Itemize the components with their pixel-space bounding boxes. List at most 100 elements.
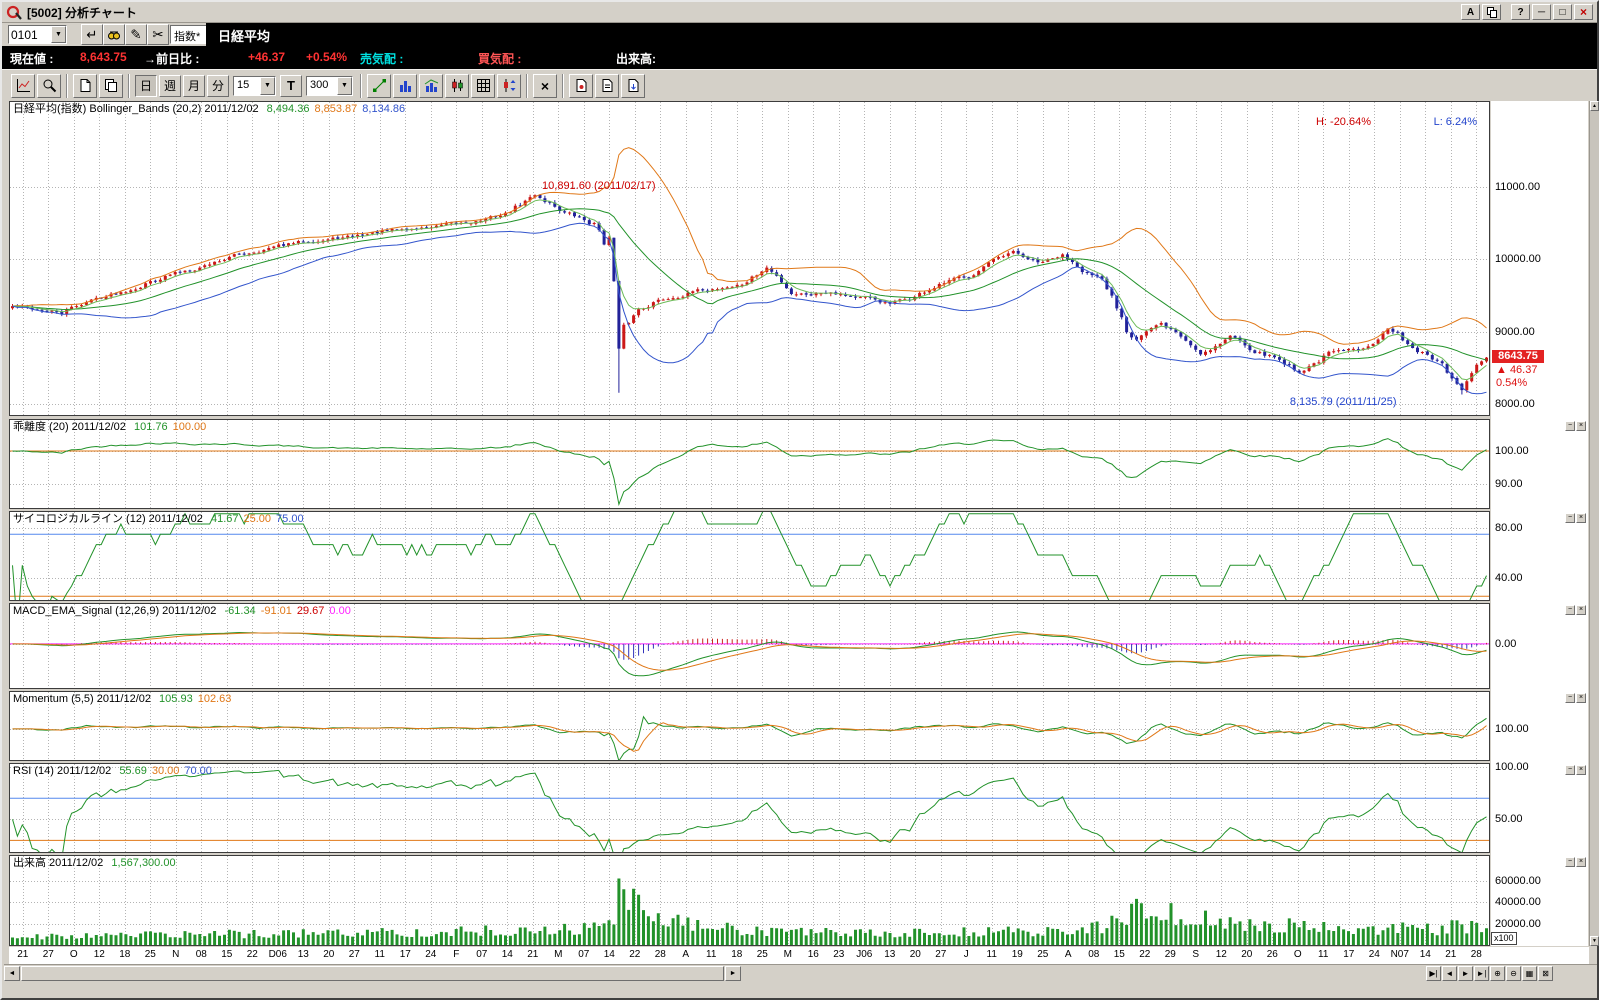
axis-tick-label: 90.00	[1495, 478, 1523, 490]
save-chart-button[interactable]	[621, 74, 645, 98]
psychological-line-panel[interactable]: サイコロジカルライン (12) 2011/12/02 41.6725.0075.…	[9, 511, 1490, 601]
symbol-code-dropdown-icon[interactable]: ▼	[51, 26, 66, 43]
horizontal-scrollbar[interactable]: ◄ ► ▶| ◄ ► ►| ⊕ ⊖ ▦ ⊠	[4, 964, 1597, 981]
bar-line-chart-button[interactable]	[419, 74, 443, 98]
window-title: [5002] 分析チャート	[27, 4, 137, 21]
edit-button[interactable]: ✎	[125, 24, 147, 45]
peak-annotation: 10,891.60 (2011/02/17)	[542, 180, 656, 192]
momentum-panel[interactable]: Momentum (5,5) 2011/12/02 105.93102.63	[9, 691, 1490, 761]
trendline-button[interactable]	[367, 74, 391, 98]
period-month-button[interactable]: 月	[183, 75, 205, 97]
scroll-left-button[interactable]: ◄	[4, 966, 20, 981]
scroll-down-button[interactable]: ▼	[1590, 936, 1599, 946]
candle-style-button[interactable]	[445, 74, 469, 98]
period-minute-button[interactable]: 分	[207, 75, 229, 97]
zoom-in-button[interactable]: ⊕	[1490, 966, 1505, 981]
close-button[interactable]: ×	[1574, 4, 1593, 20]
tick-button[interactable]: T	[280, 75, 302, 97]
compare-chart-button[interactable]	[497, 74, 521, 98]
index-type-value[interactable]: 指数*	[171, 26, 207, 43]
ask-label: 売気配 :	[360, 50, 403, 67]
maximize-button[interactable]: □	[1553, 4, 1572, 20]
vertical-scrollbar[interactable]: ▲ ▼	[1589, 101, 1599, 946]
minimize-button[interactable]: ─	[1532, 4, 1551, 20]
close-view-button[interactable]: ⊠	[1538, 966, 1553, 981]
search-button[interactable]	[103, 24, 125, 45]
app-icon	[6, 5, 22, 20]
copy-window-button[interactable]	[1482, 4, 1501, 20]
symbol-name: 日経平均	[218, 26, 270, 45]
panel-minimize-button[interactable]: −	[1565, 765, 1575, 775]
bar-count-value[interactable]: 300	[307, 77, 337, 95]
macd-panel[interactable]: MACD_EMA_Signal (12,26,9) 2011/12/02 -61…	[9, 603, 1490, 689]
kairi-panel[interactable]: 乖離度 (20) 2011/12/02 101.76100.00	[9, 419, 1490, 509]
x-axis-label: 08	[1080, 949, 1108, 960]
grid-button[interactable]: ▦	[1522, 966, 1537, 981]
panel-close-button[interactable]: ×	[1576, 605, 1586, 615]
x-axis-label: 14	[595, 949, 623, 960]
rsi-panel[interactable]: RSI (14) 2011/12/02 55.6930.0070.00	[9, 763, 1490, 853]
x-axis-label: N07	[1386, 949, 1414, 960]
volume-panel[interactable]: 出来高 2011/12/02 1,567,300.00	[9, 855, 1490, 946]
panel-volume-plot[interactable]	[10, 856, 1489, 945]
jump-right-button[interactable]: ►|	[1474, 966, 1489, 981]
cut-button[interactable]: ✂	[147, 24, 169, 45]
panel-minimize-button[interactable]: −	[1565, 421, 1575, 431]
toolbar-separator	[526, 74, 528, 98]
symbol-name-bar: 日経平均	[206, 23, 1597, 46]
panel-minimize-button[interactable]: −	[1565, 605, 1575, 615]
x-axis-label: 21	[519, 949, 547, 960]
annotate-button[interactable]: A	[1461, 4, 1480, 20]
snapshot-button[interactable]	[569, 74, 593, 98]
high-percent-label: H: -20.64%	[1316, 116, 1371, 128]
panel-minimize-button[interactable]: −	[1565, 513, 1575, 523]
interval-value[interactable]: 15	[234, 77, 260, 95]
x-axis-label: A	[1054, 949, 1082, 960]
zoom-button[interactable]	[37, 74, 61, 98]
x-axis-label: 14	[1411, 949, 1439, 960]
help-button[interactable]: ?	[1511, 4, 1530, 20]
period-day-button[interactable]: 日	[135, 75, 157, 97]
x-axis-label: D06	[264, 949, 292, 960]
panel-close-button[interactable]: ×	[1576, 421, 1586, 431]
scroll-right-button[interactable]: ►	[725, 966, 741, 981]
x-axis-label: 22	[1131, 949, 1159, 960]
bar-chart-button[interactable]	[393, 74, 417, 98]
panel-close-button[interactable]: ×	[1576, 513, 1586, 523]
print-button[interactable]	[595, 74, 619, 98]
axis-tick-label: 0.00	[1495, 638, 1516, 650]
enter-button[interactable]: ↵	[81, 24, 103, 45]
grid-toggle-button[interactable]	[471, 74, 495, 98]
scrollbar-thumb[interactable]	[21, 966, 724, 981]
bar-count-dropdown-icon[interactable]: ▼	[337, 77, 352, 95]
step-right-button[interactable]: ►	[1458, 966, 1473, 981]
panel-header: サイコロジカルライン (12) 2011/12/02 41.6725.0075.…	[13, 512, 309, 526]
chart-type-button[interactable]	[11, 74, 35, 98]
clear-drawings-button[interactable]: ×	[533, 74, 557, 98]
zoom-out-button[interactable]: ⊖	[1506, 966, 1521, 981]
price-change-label: ▲ 46.37	[1496, 364, 1537, 376]
symbol-toolbar: ▼ ↵ ✎ ✂ 指数* ▼ 日経平均	[2, 23, 1597, 46]
step-left-button[interactable]: ◄	[1442, 966, 1457, 981]
symbol-code-input[interactable]	[9, 26, 51, 43]
jump-latest-button[interactable]: ▶|	[1426, 966, 1441, 981]
period-week-button[interactable]: 週	[159, 75, 181, 97]
panel-close-button[interactable]: ×	[1576, 765, 1586, 775]
change-percent-value: +0.54%	[306, 50, 347, 64]
panel-rsi-plot[interactable]	[10, 764, 1489, 852]
x-axis-label: 12	[85, 949, 113, 960]
x-axis-label: 22	[621, 949, 649, 960]
interval-dropdown-icon[interactable]: ▼	[260, 77, 275, 95]
panel-main-plot[interactable]	[10, 102, 1489, 415]
panel-close-button[interactable]: ×	[1576, 857, 1586, 867]
scroll-up-button[interactable]: ▲	[1590, 101, 1599, 111]
new-page-button[interactable]	[73, 74, 97, 98]
copy-page-button[interactable]	[99, 74, 123, 98]
x-axis-label: 25	[1029, 949, 1057, 960]
panel-kairi-plot[interactable]	[10, 420, 1489, 508]
pages-icon	[104, 78, 118, 93]
main-chart-panel[interactable]: 日経平均(指数) Bollinger_Bands (20,2) 2011/12/…	[9, 101, 1490, 416]
panel-minimize-button[interactable]: −	[1565, 857, 1575, 867]
panel-minimize-button[interactable]: −	[1565, 693, 1575, 703]
panel-close-button[interactable]: ×	[1576, 693, 1586, 703]
